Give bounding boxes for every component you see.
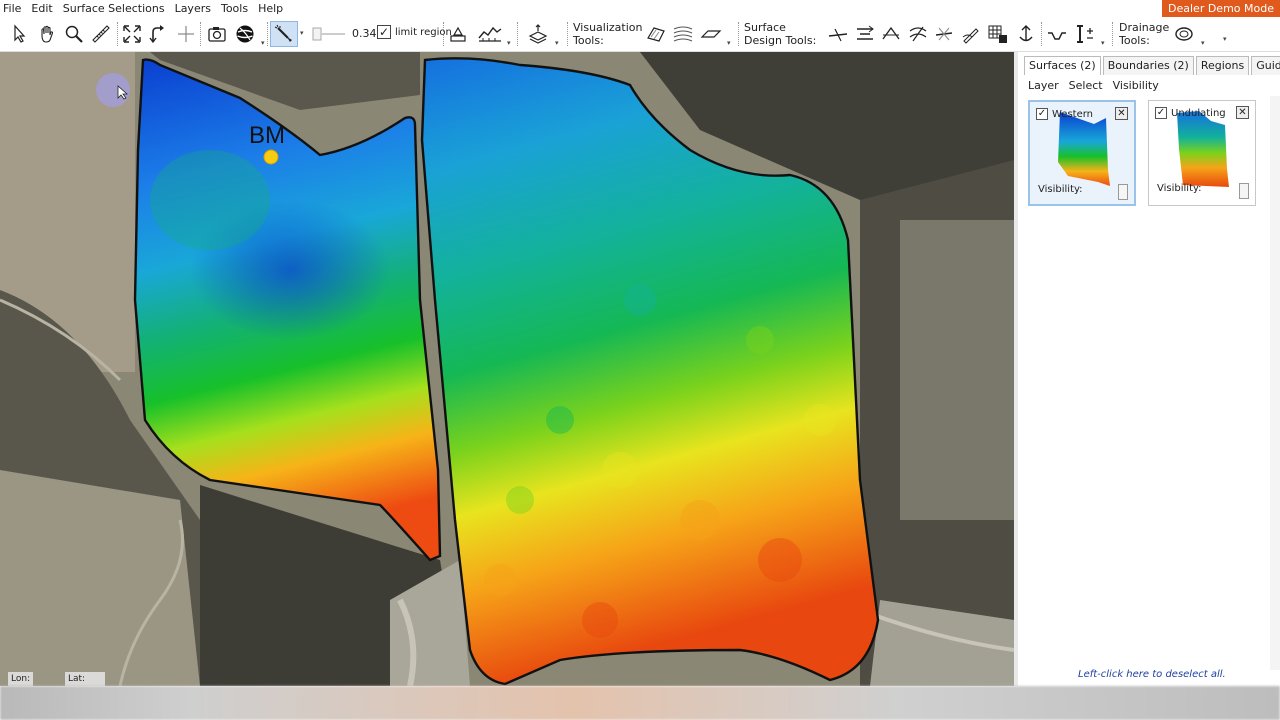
blend-icon[interactable] bbox=[932, 21, 956, 47]
tab-boundaries[interactable]: Boundaries (2) bbox=[1102, 56, 1194, 75]
measure-icon[interactable] bbox=[89, 21, 113, 47]
wand-icon[interactable] bbox=[270, 21, 298, 47]
camera-icon[interactable] bbox=[205, 21, 229, 47]
menu-edit[interactable]: Edit bbox=[28, 0, 59, 17]
subtab-select[interactable]: Select bbox=[1069, 79, 1103, 92]
card-name-western: Western bbox=[1052, 109, 1094, 120]
line-icon[interactable] bbox=[826, 21, 850, 47]
toolbar: ▾ ▾ 0.34 ✓ limit region ▾ ▾ Visualizatio… bbox=[0, 17, 1280, 52]
pointer-icon[interactable] bbox=[8, 21, 32, 47]
tab-guides[interactable]: Guides (1) bbox=[1251, 56, 1280, 75]
lat-label: Lat: bbox=[65, 672, 105, 686]
menu-file[interactable]: File bbox=[0, 0, 28, 17]
surface-design-tools-label: Surface Design Tools: bbox=[744, 21, 817, 47]
surface-thumbnail-western bbox=[1058, 112, 1110, 186]
map-canvas[interactable]: BM bbox=[0, 52, 1014, 686]
map-render bbox=[0, 52, 1014, 686]
slider-icon[interactable] bbox=[311, 21, 347, 47]
rotate-icon[interactable] bbox=[146, 21, 170, 47]
card-name-undulating: Undulating bbox=[1171, 108, 1226, 119]
draw-icon[interactable] bbox=[959, 21, 983, 47]
drainage-icon[interactable] bbox=[1170, 21, 1198, 47]
visibility-slider-western[interactable] bbox=[1118, 184, 1128, 200]
surface-card-western[interactable]: ✓ Western ✕ Visibility: bbox=[1028, 100, 1136, 206]
plane-icon[interactable] bbox=[698, 21, 724, 47]
split-icon[interactable] bbox=[853, 21, 877, 47]
card-visibility-label: Visibility: bbox=[1038, 184, 1083, 195]
contour-icon[interactable] bbox=[670, 21, 696, 47]
limit-region-checkbox[interactable]: ✓ bbox=[377, 25, 391, 39]
card-visibility-label: Visibility: bbox=[1157, 183, 1202, 194]
tab-regions[interactable]: Regions bbox=[1195, 56, 1250, 75]
menu-surface-selections[interactable]: Surface Selections bbox=[60, 0, 172, 17]
benchmark-label: BM bbox=[249, 122, 285, 149]
subtab-layer[interactable]: Layer bbox=[1028, 79, 1059, 92]
crosshair-icon[interactable] bbox=[174, 21, 198, 47]
card-close-icon-western[interactable]: ✕ bbox=[1115, 107, 1128, 120]
panel-scrollbar[interactable] bbox=[1270, 96, 1280, 670]
panel-subtabs: Layer Select Visibility bbox=[1028, 79, 1159, 92]
menu-tools[interactable]: Tools bbox=[218, 0, 255, 17]
deselect-all-link[interactable]: Left-click here to deselect all. bbox=[1078, 669, 1226, 680]
threshold-value: 0.34 bbox=[352, 27, 377, 40]
menu-help[interactable]: Help bbox=[255, 0, 290, 17]
menu-bar: File Edit Surface Selections Layers Tool… bbox=[0, 0, 1280, 17]
anchor-icon[interactable] bbox=[1014, 21, 1038, 47]
pan-hand-icon[interactable] bbox=[35, 21, 59, 47]
card-checkbox-western[interactable]: ✓ bbox=[1036, 108, 1048, 120]
card-checkbox-undulating[interactable]: ✓ bbox=[1155, 107, 1167, 119]
ridge-icon[interactable] bbox=[879, 21, 903, 47]
subtab-visibility[interactable]: Visibility bbox=[1113, 79, 1159, 92]
status-bar: Lon: Lat: bbox=[0, 672, 1014, 686]
dealer-demo-badge: Dealer Demo Mode bbox=[1162, 0, 1280, 17]
level-icon[interactable] bbox=[1071, 21, 1097, 47]
visibility-slider-undulating[interactable] bbox=[1239, 183, 1249, 199]
layers-panel: Surfaces (2) Boundaries (2) Regions Guid… bbox=[1014, 52, 1280, 686]
tab-surfaces[interactable]: Surfaces (2) bbox=[1024, 56, 1101, 75]
surface-icon[interactable] bbox=[643, 21, 669, 47]
layers-icon[interactable] bbox=[524, 21, 552, 47]
warp-icon[interactable] bbox=[906, 21, 930, 47]
blurred-footer bbox=[0, 686, 1280, 720]
drainage-tools-label: Drainage Tools: bbox=[1119, 21, 1170, 47]
ditch-icon[interactable] bbox=[1044, 21, 1070, 47]
visualization-tools-label: Visualization Tools: bbox=[573, 21, 643, 47]
surface-card-undulating[interactable]: ✓ Undulating ✕ Visibility: bbox=[1148, 100, 1256, 206]
zoom-extents-icon[interactable] bbox=[120, 21, 144, 47]
grid-icon[interactable] bbox=[985, 21, 1011, 47]
menu-layers[interactable]: Layers bbox=[172, 0, 218, 17]
globe-icon[interactable] bbox=[232, 21, 258, 47]
profile-icon[interactable] bbox=[476, 21, 504, 47]
panel-tabs: Surfaces (2) Boundaries (2) Regions Guid… bbox=[1024, 56, 1280, 75]
lon-label: Lon: bbox=[8, 672, 34, 686]
zoom-icon[interactable] bbox=[62, 21, 86, 47]
card-close-icon-undulating[interactable]: ✕ bbox=[1236, 106, 1249, 119]
elevation-icon[interactable] bbox=[446, 21, 470, 47]
surface-thumbnail-undulating bbox=[1177, 111, 1229, 187]
